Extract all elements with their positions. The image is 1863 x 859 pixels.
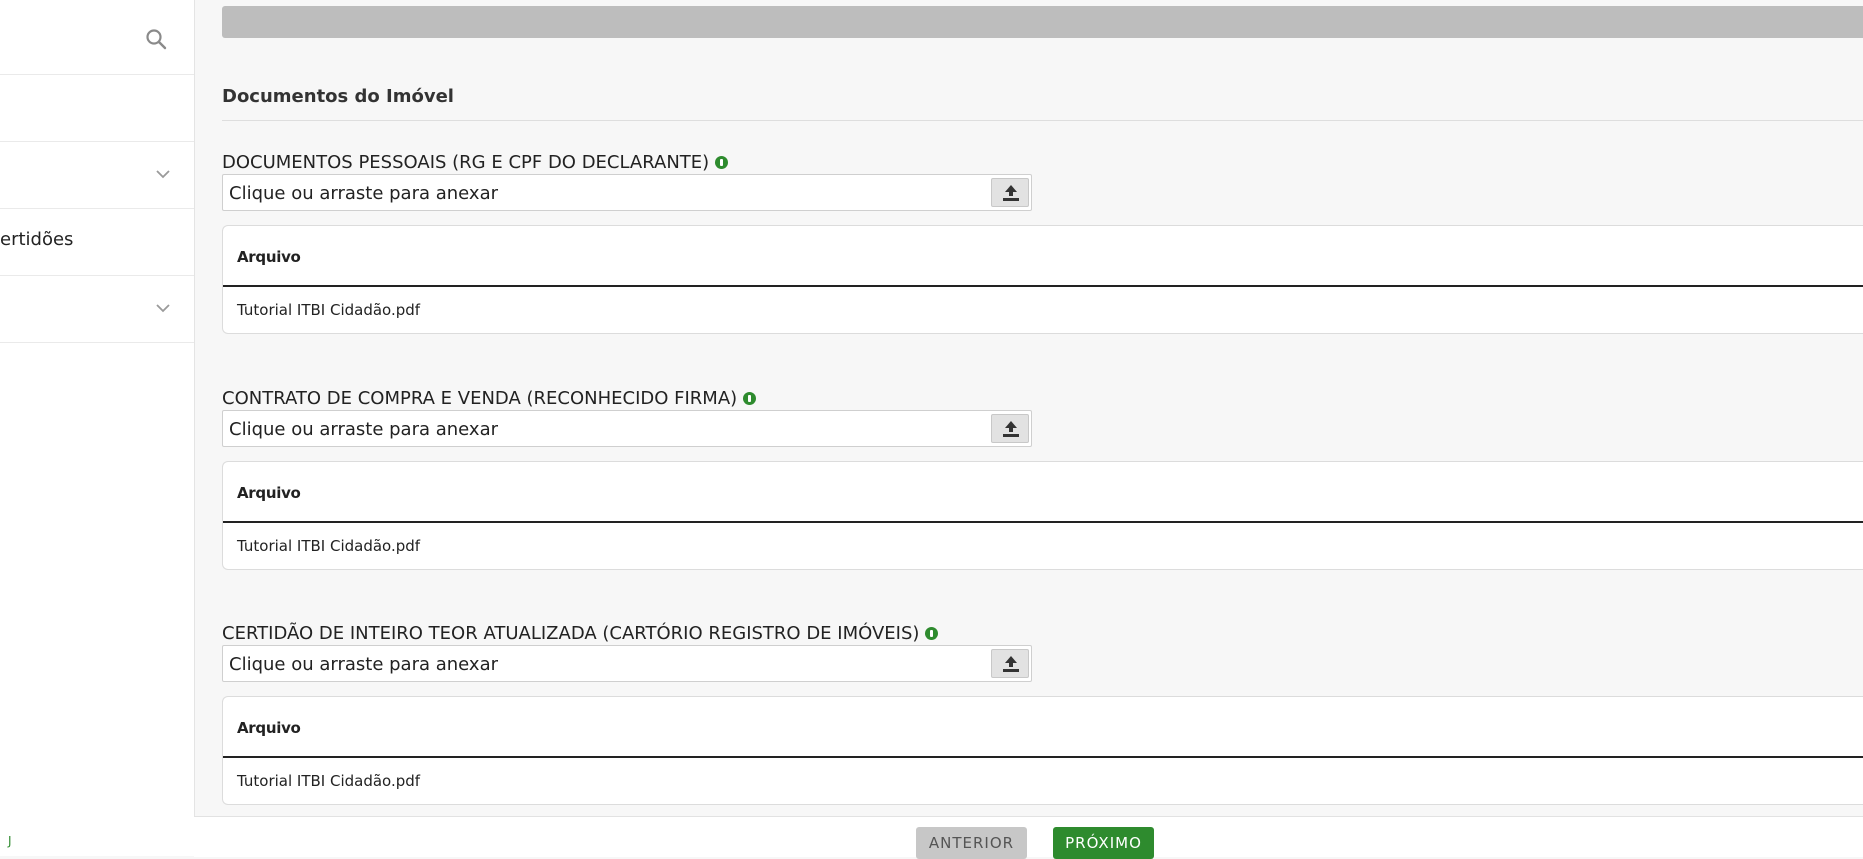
search-icon[interactable]: [145, 28, 167, 50]
document-label-text: CONTRATO DE COMPRA E VENDA (RECONHECIDO …: [222, 388, 738, 409]
header-divider: [223, 521, 1863, 523]
document-label: CONTRATO DE COMPRA E VENDA (RECONHECIDO …: [222, 388, 757, 409]
upload-button[interactable]: [991, 178, 1029, 207]
previous-button[interactable]: ANTERIOR: [916, 827, 1027, 859]
sidebar-search[interactable]: [0, 0, 194, 75]
document-label-text: DOCUMENTOS PESSOAIS (RG E CPF DO DECLARA…: [222, 152, 710, 173]
file-dropzone[interactable]: Clique ou arraste para anexar: [222, 410, 1032, 447]
dropzone-placeholder: Clique ou arraste para anexar: [229, 419, 499, 440]
file-column-header: Arquivo: [237, 719, 301, 737]
sidebar-item-2[interactable]: [0, 141, 194, 209]
help-icon[interactable]: [743, 392, 757, 405]
sidebar-item-1[interactable]: [0, 74, 194, 142]
chevron-down-icon[interactable]: [154, 299, 172, 317]
file-table: Arquivo Tutorial ITBI Cidadão.pdf: [222, 461, 1863, 570]
file-name[interactable]: Tutorial ITBI Cidadão.pdf: [237, 301, 420, 319]
help-icon[interactable]: [925, 627, 939, 640]
header-divider: [223, 285, 1863, 287]
file-dropzone[interactable]: Clique ou arraste para anexar: [222, 174, 1032, 211]
section-divider: [222, 120, 1863, 121]
bottom-navigation: ANTERIOR PRÓXIMO: [194, 816, 1863, 859]
dropzone-placeholder: Clique ou arraste para anexar: [229, 654, 499, 675]
document-label: CERTIDÃO DE INTEIRO TEOR ATUALIZADA (CAR…: [222, 623, 939, 644]
file-dropzone[interactable]: Clique ou arraste para anexar: [222, 645, 1032, 682]
upload-button[interactable]: [991, 649, 1029, 678]
help-icon[interactable]: [715, 156, 729, 169]
sidebar-item-label: ertidões: [0, 229, 74, 250]
upload-icon: [1003, 185, 1019, 201]
sidebar-footer-mark: J: [8, 834, 12, 848]
top-bar: [222, 6, 1863, 38]
dropzone-placeholder: Clique ou arraste para anexar: [229, 183, 499, 204]
sidebar: ertidões J: [0, 0, 195, 856]
document-label: DOCUMENTOS PESSOAIS (RG E CPF DO DECLARA…: [222, 152, 729, 173]
sidebar-item-4[interactable]: [0, 275, 194, 343]
file-table: Arquivo Tutorial ITBI Cidadão.pdf: [222, 225, 1863, 334]
file-table: Arquivo Tutorial ITBI Cidadão.pdf: [222, 696, 1863, 805]
header-divider: [223, 756, 1863, 758]
upload-icon: [1003, 421, 1019, 437]
main-content: Documentos do Imóvel DOCUMENTOS PESSOAIS…: [194, 0, 1863, 856]
sidebar-item-certidoes[interactable]: ertidões: [0, 208, 194, 276]
file-name[interactable]: Tutorial ITBI Cidadão.pdf: [237, 772, 420, 790]
file-name[interactable]: Tutorial ITBI Cidadão.pdf: [237, 537, 420, 555]
upload-button[interactable]: [991, 414, 1029, 443]
section-title: Documentos do Imóvel: [222, 86, 454, 107]
file-column-header: Arquivo: [237, 484, 301, 502]
document-label-text: CERTIDÃO DE INTEIRO TEOR ATUALIZADA (CAR…: [222, 623, 920, 644]
file-column-header: Arquivo: [237, 248, 301, 266]
upload-icon: [1003, 656, 1019, 672]
next-button[interactable]: PRÓXIMO: [1053, 827, 1154, 859]
chevron-down-icon[interactable]: [154, 165, 172, 183]
